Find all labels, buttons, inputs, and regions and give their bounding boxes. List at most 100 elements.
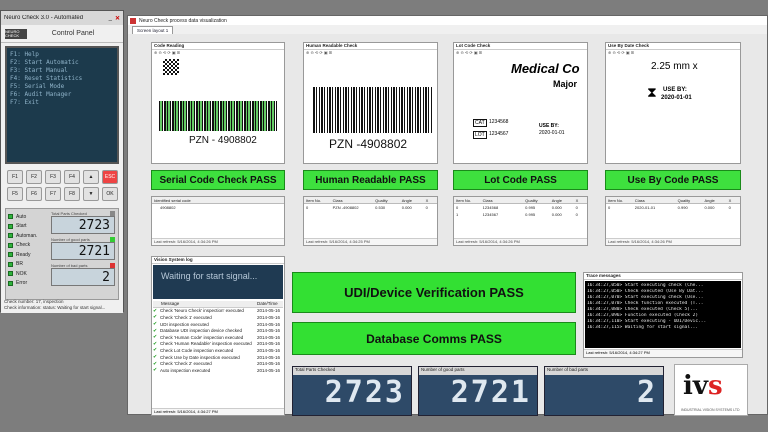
key-f3[interactable]: F3 bbox=[45, 170, 61, 184]
lcd-line: F5: Serial Mode bbox=[10, 83, 65, 90]
label-text: Major bbox=[553, 79, 578, 89]
visualization-window-title: Neuro Check process data visualization bbox=[139, 17, 227, 24]
lcd-line: F6: Audit Manager bbox=[10, 91, 72, 98]
led-check: Check bbox=[8, 241, 46, 251]
lot-value: 1234567 bbox=[489, 131, 509, 137]
table-row: 0 1234568 0.995 0.000 0 bbox=[456, 205, 578, 210]
datamatrix-icon bbox=[163, 59, 179, 75]
lot-code-table: Item No. Class Quality Angle X 0 1234568… bbox=[453, 196, 588, 246]
useby-label: USE BY: bbox=[539, 123, 559, 129]
key-f2[interactable]: F2 bbox=[26, 170, 42, 184]
visualization-titlebar[interactable]: Neuro Check process data visualization bbox=[128, 16, 767, 25]
panel-title: Code Reading bbox=[152, 43, 284, 50]
list-item: ✔ Check 'Neuro Check' inspection' execute… bbox=[153, 307, 281, 314]
lot-label: LOT bbox=[473, 131, 487, 139]
key-f8[interactable]: F8 bbox=[64, 187, 80, 201]
list-item: ✔ Check 'Human Readable' inspection execu… bbox=[153, 340, 281, 347]
pzn-text: PZN - 4908802 bbox=[189, 135, 257, 146]
led-ready: Ready bbox=[8, 250, 46, 260]
lcd-line: F3: Start Manual bbox=[10, 67, 68, 74]
cat-value: 1234568 bbox=[489, 119, 509, 125]
counter-good: Number of good parts 2721 bbox=[51, 237, 115, 260]
led-nok: NOK bbox=[8, 269, 46, 279]
minimize-icon[interactable]: _ bbox=[109, 15, 112, 21]
tab-screen-layout[interactable]: Screen layout 1 bbox=[132, 26, 174, 34]
key-f5[interactable]: F5 bbox=[7, 187, 23, 201]
panel-title: Trace messages bbox=[584, 273, 742, 280]
control-panel-titlebar[interactable]: Neuro Check 3.0 - Automated _ ✕ bbox=[1, 11, 123, 25]
label-text: Medical Co bbox=[511, 61, 580, 76]
list-item: ✔ Check 'Check 2' executed 2014-05-16 bbox=[153, 360, 281, 367]
neurocheck-logo: NEURO CHECK bbox=[5, 28, 27, 39]
key-down[interactable]: ▼ bbox=[83, 187, 99, 201]
human-readable-table: Item No. Class Quality Angle X 0 PZN -49… bbox=[303, 196, 438, 246]
lcd-line: F4: Reset Statistics bbox=[10, 75, 83, 82]
list-item: ✔ Auto inspection executed 2014-05-16 bbox=[153, 367, 281, 374]
key-f7[interactable]: F7 bbox=[45, 187, 61, 201]
hourglass-icon: ⧗ bbox=[647, 84, 657, 100]
code-reading-panel: Code Reading ⊕ ⊖ ⟲ ⟳ ▣ ⊞ PZN - 4908802 bbox=[151, 42, 285, 164]
message-list[interactable]: Message Date/Time ✔ Check 'Neuro Check' i… bbox=[153, 301, 283, 407]
human-readable-image: PZN -4908802 bbox=[305, 57, 436, 159]
list-item: ✔ Check 'Human Code' inspection executed 2… bbox=[153, 334, 281, 341]
size-text: 2.25 mm x bbox=[651, 61, 698, 72]
check-icon: ✔ bbox=[153, 314, 158, 321]
human-readable-panel: Human Readable Check ⊕ ⊖ ⟲ ⟳ ▣ ⊞ PZN -49… bbox=[303, 42, 438, 164]
key-ok[interactable]: OK bbox=[102, 187, 118, 201]
key-f1[interactable]: F1 bbox=[7, 170, 23, 184]
waiting-banner: Waiting for start signal... bbox=[153, 265, 283, 299]
panel-title: Vision System log bbox=[152, 257, 284, 264]
control-panel-status: Check number: 17, inspection Check infor… bbox=[4, 299, 106, 310]
visualization-window: Neuro Check process data visualization S… bbox=[127, 15, 768, 416]
dashboard: Code Reading ⊕ ⊖ ⟲ ⟳ ▣ ⊞ PZN - 4908802 S… bbox=[128, 34, 767, 416]
database-comms-pass: Database Comms PASS bbox=[292, 322, 576, 355]
led-automan: Automan. bbox=[8, 231, 46, 241]
check-icon: ✔ bbox=[153, 367, 158, 374]
table-row: 0 2020-01-01 0.990 0.000 0 bbox=[608, 205, 731, 210]
serial-code-pass: Serial Code Check PASS bbox=[151, 170, 285, 190]
pzn-text: PZN -4908802 bbox=[329, 137, 408, 151]
key-f6[interactable]: F6 bbox=[26, 187, 42, 201]
lot-code-pass: Lot Code PASS bbox=[453, 170, 588, 190]
refresh-footer: Last refresh: 5/16/2014, 4:34:27 PM bbox=[152, 408, 284, 415]
close-icon[interactable]: ✕ bbox=[115, 15, 120, 22]
lcd-line: F2: Start Automatic bbox=[10, 59, 79, 66]
trace-console[interactable]: 16:34:27,050> Start executing check (Che… bbox=[585, 281, 741, 348]
status-area: Auto Start Automan. Check Ready BR NOK E… bbox=[5, 208, 119, 300]
counter-total: Total Parts Checked 2723 bbox=[51, 211, 115, 234]
led-start: Start bbox=[8, 222, 46, 232]
image-toolbar[interactable]: ⊕ ⊖ ⟲ ⟳ ▣ ⊞ bbox=[606, 50, 740, 56]
lcd-display: F1: Help F2: Start Automatic F3: Start M… bbox=[5, 46, 119, 164]
control-panel-window-title: Neuro Check 3.0 - Automated bbox=[4, 15, 84, 21]
key-f4[interactable]: F4 bbox=[64, 170, 80, 184]
check-icon: ✔ bbox=[153, 340, 158, 347]
serial-code-table: Identified serial code 4908802 Last refr… bbox=[151, 196, 285, 246]
function-keypad: F1 F2 F3 F4 ▲ ESC F5 F6 F7 F8 ▼ OK bbox=[1, 167, 123, 204]
table-row: 4908802 bbox=[160, 205, 176, 210]
app-icon bbox=[130, 17, 136, 24]
useby-date: 2020-01-01 bbox=[539, 130, 565, 136]
useby-date: 2020-01-01 bbox=[661, 95, 692, 101]
image-toolbar[interactable]: ⊕ ⊖ ⟲ ⟳ ▣ ⊞ bbox=[304, 50, 437, 56]
led-error: Error bbox=[8, 279, 46, 289]
check-icon: ✔ bbox=[153, 360, 158, 367]
code-image: PZN - 4908802 bbox=[153, 57, 283, 159]
use-by-pass: Use By Code PASS bbox=[605, 170, 741, 190]
lot-code-panel: Lot Code Check ⊕ ⊖ ⟲ ⟳ ▣ ⊞ Medical Co Ma… bbox=[453, 42, 588, 164]
check-icon: ✔ bbox=[153, 354, 158, 361]
panel-title: Lot Code Check bbox=[454, 43, 587, 50]
trace-panel: Trace messages 16:34:27,050> Start execu… bbox=[583, 272, 743, 358]
key-up[interactable]: ▲ bbox=[83, 170, 99, 184]
key-esc[interactable]: ESC bbox=[102, 170, 118, 184]
ivs-logo: ivs INDUSTRIAL VISION SYSTEMS LTD bbox=[674, 364, 748, 416]
use-by-table: Item No. Class Quality Angle X 0 2020-01… bbox=[605, 196, 741, 246]
lot-code-image: Medical Co Major CAT 1234568 LOT 1234567… bbox=[455, 57, 586, 159]
list-item: ✔ UDI inspection executed 2014-05-16 bbox=[153, 321, 281, 328]
human-readable-pass: Human Readable PASS bbox=[303, 170, 438, 190]
check-icon: ✔ bbox=[153, 307, 158, 314]
image-toolbar[interactable]: ⊕ ⊖ ⟲ ⟳ ▣ ⊞ bbox=[454, 50, 587, 56]
cat-label: CAT bbox=[473, 119, 487, 127]
lcd-line: F7: Exit bbox=[10, 99, 39, 106]
table-row: 0 PZN -4908802 0.530 0.000 0 bbox=[306, 205, 428, 210]
image-toolbar[interactable]: ⊕ ⊖ ⟲ ⟳ ▣ ⊞ bbox=[152, 50, 284, 56]
